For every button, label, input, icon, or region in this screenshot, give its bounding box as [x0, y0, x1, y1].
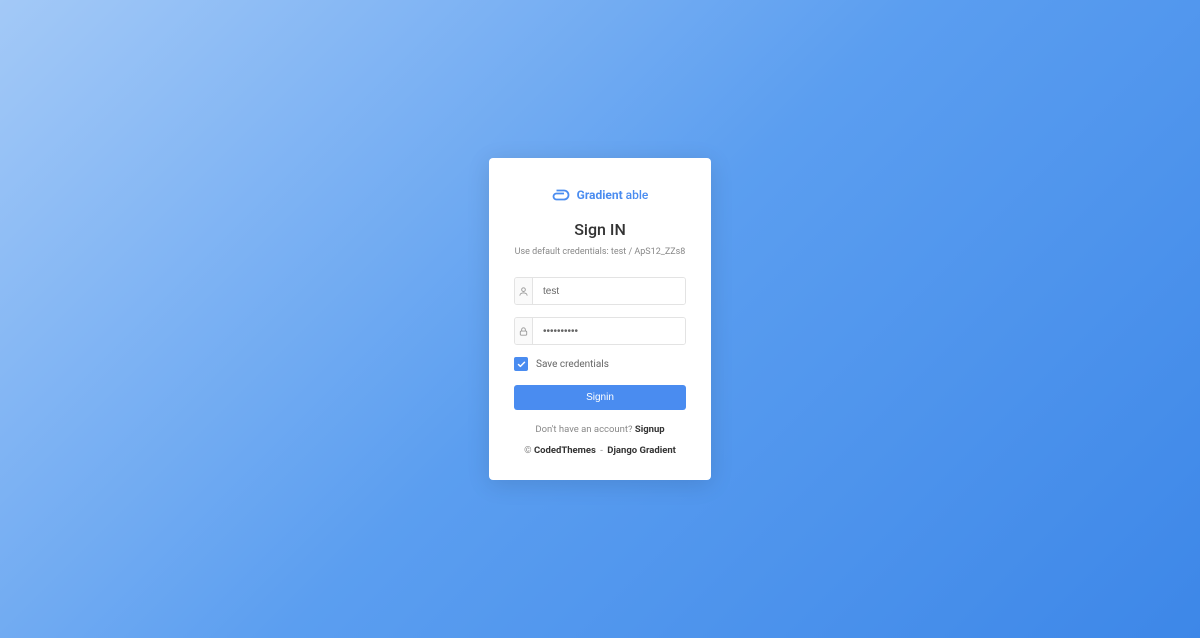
username-input[interactable]	[533, 278, 685, 304]
password-input[interactable]	[533, 318, 685, 344]
save-credentials-label: Save credentials	[536, 359, 609, 370]
save-credentials-checkbox[interactable]	[514, 357, 528, 371]
signup-prompt: Don't have an account? Signup	[514, 424, 686, 435]
logo: Gradient able	[514, 186, 686, 204]
lock-icon	[515, 318, 533, 344]
credentials-hint: Use default credentials: test / ApS12_ZZ…	[514, 247, 686, 257]
signin-button[interactable]: Signin	[514, 385, 686, 410]
password-group	[514, 317, 686, 345]
footer: © CodedThemes - Django Gradient	[514, 445, 686, 456]
logo-icon	[552, 186, 570, 204]
save-credentials-row: Save credentials	[514, 357, 686, 371]
footer-separator: -	[598, 445, 605, 456]
logo-text: Gradient able	[577, 188, 649, 202]
signup-link[interactable]: Signup	[635, 424, 665, 435]
page-title: Sign IN	[514, 220, 686, 239]
copyright-symbol: ©	[524, 445, 534, 456]
django-gradient-link[interactable]: Django Gradient	[607, 445, 676, 456]
codedthemes-link[interactable]: CodedThemes	[534, 445, 596, 456]
user-icon	[515, 278, 533, 304]
username-group	[514, 277, 686, 305]
signin-card: Gradient able Sign IN Use default creden…	[489, 158, 711, 480]
signup-prompt-text: Don't have an account?	[535, 424, 635, 435]
